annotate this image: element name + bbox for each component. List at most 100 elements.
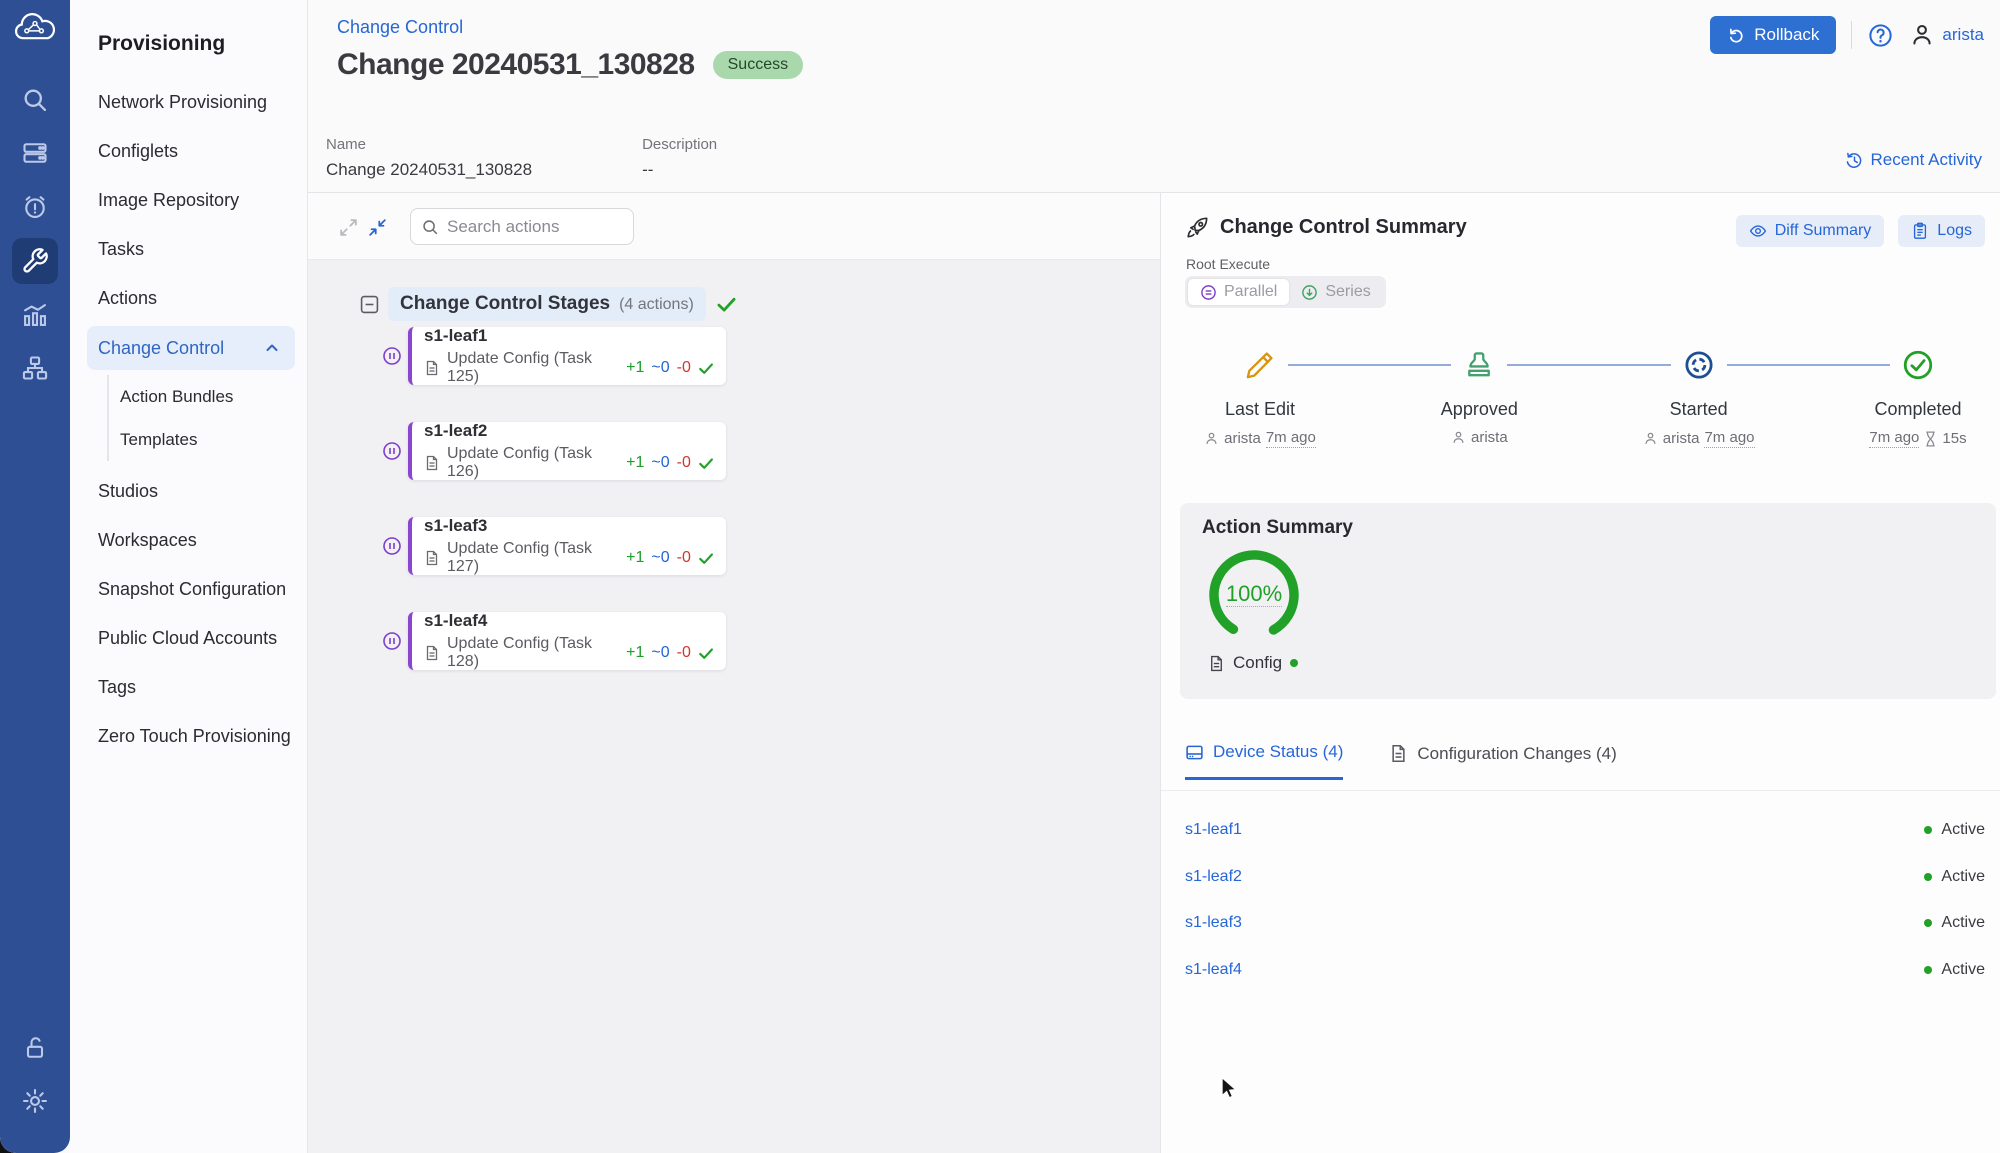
provisioning-active-highlight bbox=[12, 238, 58, 284]
chevron-up-icon bbox=[265, 341, 279, 355]
tab-configuration-changes[interactable]: Configuration Changes (4) bbox=[1389, 742, 1616, 780]
device-status-label: Active bbox=[1941, 961, 1985, 979]
stages-tree: Change Control Stages (4 actions) s1-lea… bbox=[308, 260, 1160, 1153]
search-icon[interactable] bbox=[21, 86, 49, 114]
logs-label: Logs bbox=[1937, 222, 1972, 240]
sidebar-item-configlets[interactable]: Configlets bbox=[70, 127, 307, 176]
rollback-button[interactable]: Rollback bbox=[1710, 16, 1836, 54]
sidebar-item-workspaces[interactable]: Workspaces bbox=[70, 516, 307, 565]
diff-summary-button[interactable]: Diff Summary bbox=[1736, 215, 1885, 247]
search-actions-box bbox=[410, 208, 634, 245]
stage-card-s1-leaf3[interactable]: s1-leaf3 Update Config (Task 127) +1 ~0 … bbox=[408, 517, 726, 575]
settings-gear-icon[interactable] bbox=[21, 1087, 49, 1115]
document-icon bbox=[424, 455, 440, 471]
change-control-timeline: Last Edit arista 7m ago Approved bbox=[1185, 343, 1993, 458]
stages-success-check-icon bbox=[716, 294, 737, 315]
parallel-toggle[interactable]: Parallel bbox=[1188, 279, 1289, 305]
device-link[interactable]: s1-leaf4 bbox=[1185, 961, 1242, 979]
pencil-icon bbox=[1243, 348, 1277, 382]
check-circle-icon bbox=[1901, 348, 1935, 382]
dashboards-metrics-icon[interactable] bbox=[21, 301, 49, 329]
person-icon bbox=[1643, 431, 1658, 446]
stage-card-s1-leaf2[interactable]: s1-leaf2 Update Config (Task 126) +1 ~0 … bbox=[408, 422, 726, 480]
search-actions-input[interactable] bbox=[447, 217, 623, 237]
cloudvision-logo-icon[interactable] bbox=[13, 12, 57, 46]
sidebar-item-network-provisioning[interactable]: Network Provisioning bbox=[70, 78, 307, 127]
timeline-step-time[interactable]: 7m ago bbox=[1869, 429, 1919, 448]
active-status-dot bbox=[1924, 966, 1932, 974]
description-label: Description bbox=[642, 136, 717, 153]
topology-icon[interactable] bbox=[21, 354, 49, 382]
stage-card-s1-leaf4[interactable]: s1-leaf4 Update Config (Task 128) +1 ~0 … bbox=[408, 612, 726, 670]
timeline-connector bbox=[1727, 364, 1890, 366]
stages-panel: Change Control Stages (4 actions) s1-lea… bbox=[308, 193, 1160, 1153]
timeline-step-last-edit: Last Edit arista 7m ago bbox=[1185, 343, 1335, 448]
recent-activity-link[interactable]: Recent Activity bbox=[1845, 150, 1983, 170]
sidebar-item-public-cloud-accounts[interactable]: Public Cloud Accounts bbox=[70, 614, 307, 663]
lines-added-count: +1 bbox=[626, 454, 644, 472]
active-status-dot bbox=[1924, 873, 1932, 881]
sidebar-item-change-control[interactable]: Change Control bbox=[87, 326, 295, 370]
summary-tabs: Device Status (4) Configuration Changes … bbox=[1185, 742, 1617, 780]
timeline-step-label: Completed bbox=[1843, 399, 1993, 420]
stages-root-node[interactable]: Change Control Stages (4 actions) bbox=[388, 287, 706, 321]
tab-device-status[interactable]: Device Status (4) bbox=[1185, 742, 1343, 780]
config-action-item[interactable]: Config bbox=[1208, 653, 1298, 673]
device-status-list: s1-leaf1 Active s1-leaf2 Active s1-leaf3… bbox=[1185, 807, 1985, 993]
logs-button[interactable]: Logs bbox=[1898, 215, 1985, 247]
lock-open-icon[interactable] bbox=[21, 1034, 49, 1062]
user-menu[interactable]: arista bbox=[1909, 22, 1984, 48]
description-value: -- bbox=[642, 160, 717, 180]
pause-circle-icon[interactable] bbox=[382, 536, 402, 556]
app-window: Provisioning Network Provisioning Config… bbox=[0, 0, 2000, 1153]
pause-circle-icon[interactable] bbox=[382, 346, 402, 366]
expand-all-icon[interactable] bbox=[338, 217, 359, 238]
timeline-step-user: arista bbox=[1224, 430, 1261, 447]
header-divider bbox=[1851, 21, 1852, 49]
user-avatar-icon bbox=[1909, 22, 1935, 48]
page-title: Change 20240531_130828 bbox=[337, 48, 695, 82]
devices-icon[interactable] bbox=[21, 139, 49, 167]
change-control-subitems: Action Bundles Templates bbox=[107, 375, 307, 461]
sidebar-item-tags[interactable]: Tags bbox=[70, 663, 307, 712]
timeline-step-time[interactable]: 7m ago bbox=[1704, 429, 1754, 448]
help-icon[interactable] bbox=[1867, 22, 1894, 49]
device-link[interactable]: s1-leaf2 bbox=[1185, 868, 1242, 886]
stage-card-s1-leaf1[interactable]: s1-leaf1 Update Config (Task 125) +1 ~0 … bbox=[408, 327, 726, 385]
sidebar-item-tasks[interactable]: Tasks bbox=[70, 225, 307, 274]
provisioning-wrench-icon[interactable] bbox=[21, 247, 49, 275]
timeline-step-duration: 15s bbox=[1942, 430, 1966, 447]
stage-success-check-icon bbox=[698, 360, 714, 377]
document-icon bbox=[424, 360, 440, 376]
sidebar-item-studios[interactable]: Studios bbox=[70, 467, 307, 516]
device-row: s1-leaf4 Active bbox=[1185, 947, 1985, 994]
lines-modified-count: ~0 bbox=[651, 549, 669, 567]
collapse-all-icon[interactable] bbox=[367, 217, 388, 238]
collapse-node-icon[interactable] bbox=[360, 295, 379, 314]
stage-name: s1-leaf1 bbox=[424, 326, 714, 346]
device-link[interactable]: s1-leaf1 bbox=[1185, 821, 1242, 839]
sidebar-item-image-repository[interactable]: Image Repository bbox=[70, 176, 307, 225]
stages-root-meta: (4 actions) bbox=[619, 296, 694, 314]
series-toggle[interactable]: Series bbox=[1289, 279, 1382, 305]
pause-circle-icon[interactable] bbox=[382, 631, 402, 651]
sidebar-item-zero-touch-provisioning[interactable]: Zero Touch Provisioning bbox=[70, 712, 307, 761]
timeline-step-completed: Completed 7m ago 15s bbox=[1843, 343, 1993, 448]
sidebar-item-action-bundles[interactable]: Action Bundles bbox=[109, 375, 307, 418]
lines-removed-count: -0 bbox=[677, 454, 691, 472]
document-icon bbox=[424, 645, 440, 661]
sidebar-item-snapshot-configuration[interactable]: Snapshot Configuration bbox=[70, 565, 307, 614]
pause-circle-icon[interactable] bbox=[382, 441, 402, 461]
timeline-step-time[interactable]: 7m ago bbox=[1266, 429, 1316, 448]
breadcrumb-change-control[interactable]: Change Control bbox=[337, 17, 463, 38]
timeline-step-label: Last Edit bbox=[1185, 399, 1335, 420]
main-area: Change Control Change 20240531_130828 Su… bbox=[308, 0, 2000, 1153]
sidebar-item-templates[interactable]: Templates bbox=[109, 418, 307, 461]
clipboard-icon bbox=[1911, 222, 1929, 240]
stage-row: s1-leaf4 Update Config (Task 128) +1 ~0 … bbox=[382, 612, 726, 670]
sidebar-item-actions[interactable]: Actions bbox=[70, 274, 307, 323]
device-link[interactable]: s1-leaf3 bbox=[1185, 914, 1242, 932]
sidebar-title: Provisioning bbox=[98, 32, 225, 56]
sidebar-item-label: Change Control bbox=[98, 338, 224, 359]
events-alarm-icon[interactable] bbox=[21, 193, 49, 221]
